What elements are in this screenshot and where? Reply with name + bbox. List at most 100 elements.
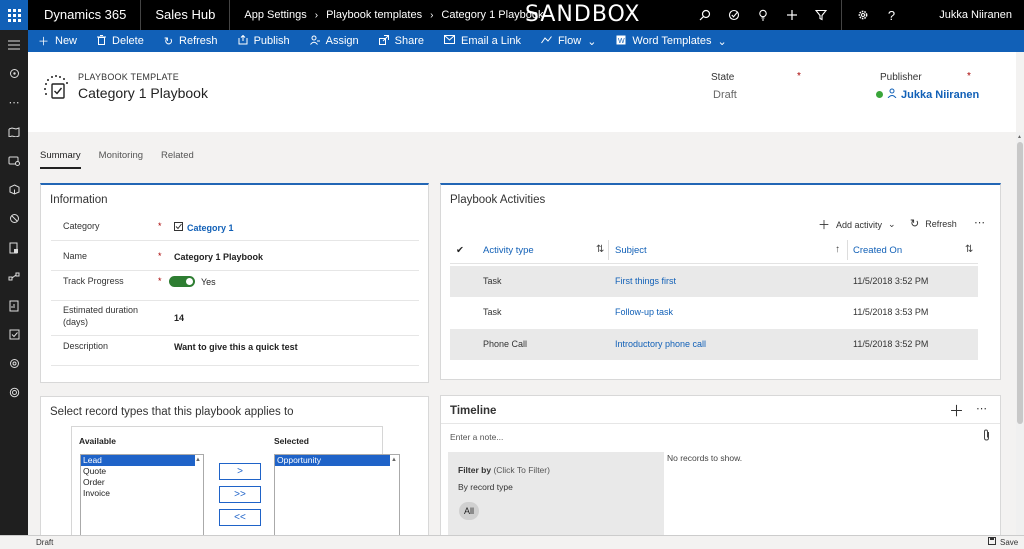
assign-icon <box>309 35 320 48</box>
move-all-right-button[interactable]: >> <box>219 486 261 503</box>
left-nav: ⋯ <box>0 30 28 535</box>
name-field[interactable]: Category 1 Playbook <box>174 252 263 262</box>
list-item[interactable]: Lead <box>81 455 195 466</box>
cube-icon[interactable] <box>0 175 28 204</box>
column-header-subject[interactable]: Subject <box>615 245 647 256</box>
selected-list[interactable]: Opportunity ▲ <box>274 454 400 539</box>
svg-text:W: W <box>618 38 625 45</box>
list-item[interactable]: Quote <box>81 466 203 477</box>
cell-subject-link[interactable]: First things first <box>615 276 676 286</box>
new-button[interactable]: ＋ New <box>28 30 87 52</box>
filter-icon[interactable] <box>806 0 835 30</box>
command-bar: ＋ New Delete ↻ Refresh Publish Assign Shar… <box>28 30 1024 52</box>
estimated-duration-field[interactable]: 14 <box>174 313 184 323</box>
add-activity-button[interactable]: ＋ Add activity ⌄ <box>818 216 896 233</box>
publisher-value[interactable]: Jukka Niiranen <box>876 88 979 101</box>
track-progress-toggle[interactable] <box>169 276 195 287</box>
breadcrumb-item-playbook-templates[interactable]: Playbook templates <box>326 9 422 21</box>
more-icon[interactable]: ⋯ <box>976 402 987 415</box>
settings-cloud-icon[interactable] <box>0 146 28 175</box>
plus-icon: ＋ <box>38 36 49 48</box>
table-row[interactable]: Task First things first 11/5/2018 3:52 P… <box>450 266 978 297</box>
email-link-button[interactable]: Email a Link <box>434 30 531 52</box>
scrollbar-thumb[interactable] <box>1017 142 1023 424</box>
user-name[interactable]: Jukka Niiranen <box>939 0 1012 30</box>
refresh-icon: ↻ <box>910 218 920 230</box>
column-header-created-on[interactable]: Created On <box>853 245 902 256</box>
assign-button[interactable]: Assign <box>300 30 369 52</box>
refresh-activities-button[interactable]: ↻ Refresh <box>910 217 957 230</box>
list-item[interactable]: Order <box>81 477 203 488</box>
more-icon[interactable]: ⋯ <box>974 216 985 229</box>
user-icon <box>887 88 897 101</box>
plus-icon[interactable] <box>777 0 806 30</box>
add-timeline-item-plus-icon[interactable]: ＋ <box>949 400 964 421</box>
playbook-icon <box>40 72 72 106</box>
gear-icon[interactable] <box>848 0 877 30</box>
scroll-up-icon[interactable]: ▲ <box>391 457 397 463</box>
lightbulb-icon[interactable] <box>748 0 777 30</box>
map-icon[interactable] <box>0 117 28 146</box>
app-launcher-button[interactable] <box>0 0 28 30</box>
filter-all-pill[interactable]: All <box>459 502 479 520</box>
tab-related[interactable]: Related <box>161 150 194 169</box>
footer-save-button[interactable]: Save <box>988 537 1018 547</box>
delete-button[interactable]: Delete <box>87 30 154 52</box>
task-icon[interactable] <box>719 0 748 30</box>
top-icon-group: ? <box>690 0 906 30</box>
globe-gear-icon[interactable] <box>0 349 28 378</box>
chevron-right-icon: › <box>430 9 434 21</box>
description-field[interactable]: Want to give this a quick test <box>174 342 298 352</box>
more-icon[interactable]: ⋯ <box>0 88 28 117</box>
note-input[interactable]: Enter a note... <box>450 429 992 452</box>
move-right-button[interactable]: > <box>219 463 261 480</box>
refresh-button[interactable]: ↻ Refresh <box>154 30 228 52</box>
target-icon[interactable] <box>0 378 28 407</box>
sort-icon[interactable]: ⇅ <box>965 244 973 255</box>
flow-button[interactable]: Flow ⌄ <box>531 30 606 52</box>
paperclip-icon[interactable] <box>983 429 990 444</box>
chevron-down-icon: ⌄ <box>717 35 727 48</box>
list-item[interactable]: Opportunity <box>275 455 390 466</box>
brand-name[interactable]: Dynamics 365 <box>28 0 142 30</box>
chevron-down-icon: ⌄ <box>888 219 896 229</box>
table-row[interactable]: Phone Call Introductory phone call 11/5/… <box>450 329 978 360</box>
pin-icon[interactable] <box>0 59 28 88</box>
breadcrumb-item-app-settings[interactable]: App Settings <box>244 9 306 21</box>
available-label: Available <box>79 436 117 446</box>
category-lookup[interactable]: Category 1 <box>174 222 234 233</box>
cell-subject-link[interactable]: Introductory phone call <box>615 339 706 349</box>
help-icon[interactable]: ? <box>877 0 906 30</box>
document-chart-icon[interactable] <box>0 291 28 320</box>
cell-subject-link[interactable]: Follow-up task <box>615 307 673 317</box>
share-button[interactable]: Share <box>369 30 434 52</box>
tab-summary[interactable]: Summary <box>40 150 81 169</box>
document-lock-icon[interactable] <box>0 233 28 262</box>
required-marker: * <box>158 251 162 261</box>
scroll-up-icon[interactable]: ▲ <box>195 457 201 463</box>
sort-icon[interactable]: ⇅ <box>596 244 604 255</box>
available-list[interactable]: Lead Quote Order Invoice ▲ <box>80 454 204 539</box>
refresh-icon: ↻ <box>163 35 174 48</box>
filter-by-label[interactable]: Filter by (Click To Filter) <box>458 465 550 475</box>
tab-monitoring[interactable]: Monitoring <box>99 150 143 169</box>
hamburger-menu-icon[interactable] <box>0 30 28 59</box>
divider <box>441 423 1000 424</box>
app-name[interactable]: Sales Hub <box>141 0 231 30</box>
move-all-left-button[interactable]: << <box>219 509 261 526</box>
breadcrumb: App Settings › Playbook templates › Cate… <box>230 9 543 21</box>
search-icon[interactable] <box>690 0 719 30</box>
table-row[interactable]: Task Follow-up task 11/5/2018 3:53 PM <box>450 297 978 328</box>
checklist-icon[interactable] <box>0 320 28 349</box>
word-templates-button[interactable]: W Word Templates ⌄ <box>606 30 736 52</box>
scroll-up-icon[interactable]: ▲ <box>1017 134 1022 140</box>
blocked-icon[interactable] <box>0 204 28 233</box>
publish-button[interactable]: Publish <box>228 30 300 52</box>
select-all-checkmark-icon[interactable]: ✔ <box>456 245 464 256</box>
cell-created-on: 11/5/2018 3:52 PM <box>853 276 929 286</box>
flow-nodes-icon[interactable] <box>0 262 28 291</box>
share-icon <box>378 34 389 48</box>
sort-ascending-icon[interactable]: ↑ <box>835 244 840 255</box>
column-header-activity-type[interactable]: Activity type <box>483 245 534 256</box>
list-item[interactable]: Invoice <box>81 488 203 499</box>
